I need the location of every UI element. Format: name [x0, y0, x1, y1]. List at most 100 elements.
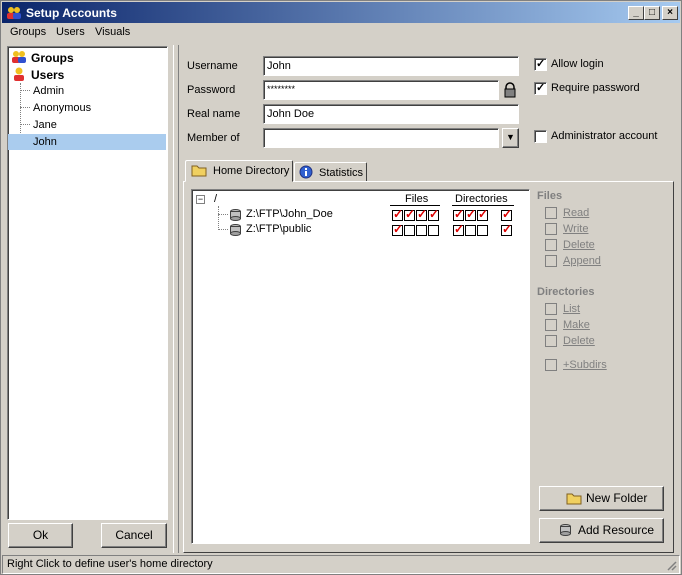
- member-of-field[interactable]: [263, 128, 499, 148]
- tree-label-users: Users: [31, 68, 65, 82]
- tree-item-users[interactable]: Users: [8, 66, 166, 82]
- tree-item-user-selected[interactable]: John: [8, 134, 166, 150]
- tree-label-user: Anonymous: [33, 102, 92, 114]
- resize-grip-icon[interactable]: [665, 559, 677, 571]
- subdirs-check[interactable]: [501, 222, 512, 236]
- folder-icon: [191, 165, 207, 177]
- tree-label-groups: Groups: [31, 51, 74, 65]
- allow-login-label: Allow login: [551, 58, 604, 70]
- dir-right-check[interactable]: [477, 207, 488, 221]
- delete-file-checkbox[interactable]: [545, 239, 557, 251]
- tree-label-user: John: [33, 136, 57, 148]
- files-header-underline: [390, 205, 440, 206]
- menu-groups[interactable]: Groups: [10, 26, 46, 38]
- read-checkbox[interactable]: [545, 207, 557, 219]
- file-right-check[interactable]: [428, 207, 439, 221]
- read-label: Read: [563, 207, 590, 219]
- require-password-label: Require password: [551, 82, 640, 94]
- make-checkbox[interactable]: [545, 319, 557, 331]
- password-field[interactable]: ********: [263, 80, 499, 100]
- groups-icon: [12, 51, 26, 63]
- cancel-button[interactable]: Cancel: [101, 523, 167, 548]
- setup-accounts-window: Setup Accounts _ □ × Groups Users Visual…: [0, 0, 682, 575]
- realname-field[interactable]: John Doe: [263, 104, 519, 124]
- info-icon: [299, 165, 313, 179]
- tree-connector-line: [218, 206, 219, 228]
- require-password-checkbox[interactable]: [534, 81, 547, 95]
- menu-users[interactable]: Users: [56, 26, 85, 38]
- drive-icon: [230, 224, 241, 236]
- accounts-tree[interactable]: Groups Users Admin Anonymous Jane John: [7, 46, 168, 520]
- file-right-check[interactable]: [404, 207, 415, 221]
- maximize-button[interactable]: □: [644, 6, 660, 20]
- lock-icon[interactable]: [502, 82, 518, 98]
- dir-right-check[interactable]: [453, 222, 464, 236]
- window-title: Setup Accounts: [26, 6, 117, 20]
- add-resource-button[interactable]: Add Resource: [539, 518, 664, 543]
- new-folder-label: New Folder: [586, 491, 648, 505]
- tree-connector: [218, 214, 228, 215]
- dirs-header-underline: [452, 205, 514, 206]
- panel-splitter[interactable]: [173, 45, 179, 553]
- make-label: Make: [563, 319, 590, 331]
- tree-label-user: Admin: [33, 85, 65, 97]
- member-of-dropdown-button[interactable]: ▼: [502, 128, 519, 148]
- menu-visuals[interactable]: Visuals: [95, 26, 130, 38]
- tab-label: Statistics: [319, 167, 364, 179]
- realname-label: Real name: [187, 108, 241, 120]
- files-column-header: Files: [405, 193, 429, 205]
- drive-icon: [560, 524, 571, 536]
- users-app-icon: [7, 7, 21, 19]
- ok-button[interactable]: Ok: [8, 523, 73, 548]
- home-directory-tree[interactable]: − / Files Directories Z:\FTP\John_Doe Z:: [191, 189, 530, 544]
- allow-login-checkbox[interactable]: [534, 57, 547, 71]
- write-checkbox[interactable]: [545, 223, 557, 235]
- tree-item-user[interactable]: Admin: [8, 83, 166, 99]
- tab-label: Home Directory: [213, 165, 290, 177]
- file-right-check[interactable]: [428, 225, 439, 236]
- dir-right-check[interactable]: [465, 207, 476, 221]
- password-label: Password: [187, 84, 236, 96]
- file-right-check[interactable]: [392, 207, 403, 221]
- delete-dir-checkbox[interactable]: [545, 335, 557, 347]
- append-checkbox[interactable]: [545, 255, 557, 267]
- username-label: Username: [187, 60, 238, 72]
- dirs-column-header: Directories: [455, 193, 508, 205]
- tree-item-user[interactable]: Anonymous: [8, 100, 166, 116]
- subdirs-checkbox[interactable]: [545, 359, 557, 371]
- subdirs-label: +Subdirs: [563, 359, 607, 371]
- file-right-check[interactable]: [416, 207, 427, 221]
- minimize-button[interactable]: _: [628, 6, 644, 20]
- root-path-label: /: [214, 193, 218, 205]
- drive-icon: [230, 209, 241, 221]
- close-button[interactable]: ×: [662, 6, 678, 20]
- admin-account-checkbox[interactable]: [534, 130, 547, 143]
- dir-right-check[interactable]: [465, 225, 476, 236]
- list-checkbox[interactable]: [545, 303, 557, 315]
- folder-icon: [566, 493, 582, 505]
- chevron-down-icon: ▼: [506, 132, 515, 142]
- file-right-check[interactable]: [416, 225, 427, 236]
- append-label: Append: [563, 255, 601, 267]
- new-folder-button[interactable]: New Folder: [539, 486, 664, 511]
- file-right-check[interactable]: [392, 222, 403, 236]
- dir-entry-path[interactable]: Z:\FTP\public: [246, 223, 311, 235]
- file-right-check[interactable]: [404, 225, 415, 236]
- write-label: Write: [563, 223, 589, 235]
- dir-entry-path[interactable]: Z:\FTP\John_Doe: [246, 208, 333, 220]
- dir-right-check[interactable]: [477, 225, 488, 236]
- tab-home-directory[interactable]: Home Directory: [185, 160, 293, 182]
- status-text: Right Click to define user's home direct…: [7, 558, 213, 570]
- tab-statistics[interactable]: Statistics: [294, 162, 367, 182]
- tree-item-groups[interactable]: Groups: [8, 49, 166, 65]
- dir-right-check[interactable]: [453, 207, 464, 221]
- status-bar: Right Click to define user's home direct…: [2, 555, 680, 574]
- username-field[interactable]: John: [263, 56, 519, 76]
- files-rights-heading: Files: [537, 190, 563, 202]
- tree-connector: [218, 229, 228, 230]
- member-of-label: Member of: [187, 132, 240, 144]
- subdirs-check[interactable]: [501, 207, 512, 221]
- collapse-icon[interactable]: −: [196, 195, 205, 204]
- tree-item-user[interactable]: Jane: [8, 117, 166, 133]
- menu-bar: Groups Users Visuals: [2, 24, 680, 42]
